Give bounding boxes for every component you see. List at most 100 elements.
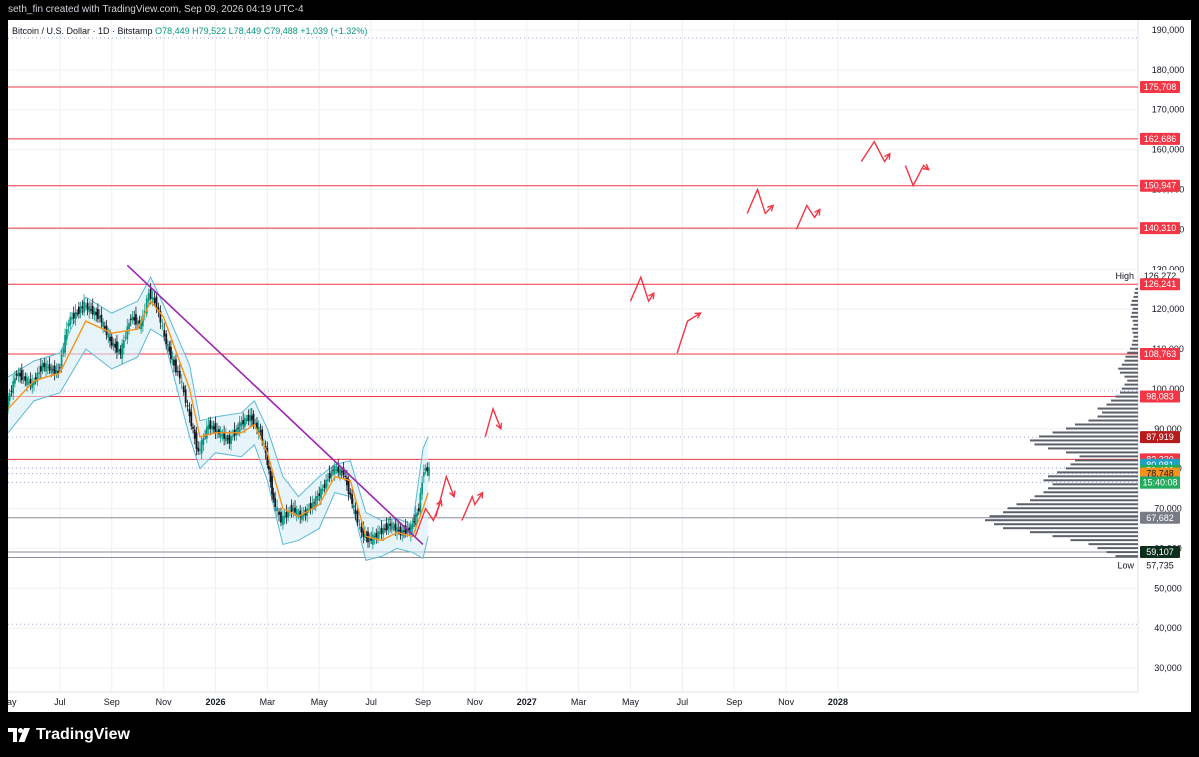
volume-profile-bar	[1030, 439, 1138, 442]
candle-body	[27, 381, 30, 383]
candle-body	[207, 424, 210, 430]
candle-body	[77, 306, 80, 314]
volume-profile-bar	[1127, 351, 1138, 354]
x-tick-label: 2028	[828, 697, 848, 707]
candle-body	[100, 314, 103, 323]
candle-body	[110, 336, 113, 346]
candle-body	[14, 378, 16, 384]
candle-body	[211, 425, 213, 430]
candle-body	[24, 376, 27, 381]
candle-body	[163, 330, 166, 337]
volume-profile-bar	[1124, 359, 1138, 362]
candle-body	[45, 363, 47, 372]
volume-profile-bar	[1124, 375, 1138, 378]
candle-body	[165, 333, 168, 344]
candle-body	[107, 334, 110, 338]
volume-profile-bar	[1133, 323, 1138, 326]
ohlc-high: H79,522	[192, 26, 227, 36]
candle-body	[426, 467, 429, 472]
candle-body	[193, 429, 196, 439]
volume-profile-bar	[1088, 543, 1138, 546]
candle-body	[58, 367, 61, 369]
candle-body	[122, 340, 125, 349]
candle-body	[337, 466, 340, 473]
price-tag-label: 98,083	[1146, 392, 1174, 402]
volume-profile-bar	[989, 515, 1138, 518]
candle-body	[136, 321, 139, 324]
candle-body	[190, 411, 193, 427]
volume-profile-bar	[1129, 347, 1138, 350]
volume-profile-bar	[1066, 451, 1138, 454]
candle-body	[83, 301, 85, 313]
candle-body	[387, 524, 390, 530]
volume-profile-bar	[1070, 539, 1138, 542]
candle-body	[41, 363, 44, 371]
candle-body	[328, 473, 331, 479]
candle-body	[231, 436, 234, 438]
projection-arrow	[746, 187, 774, 215]
ohlc-change: +1,039 (+1.32%)	[300, 26, 368, 36]
candle-body	[321, 488, 324, 492]
candle-body	[290, 504, 293, 512]
price-tag: 108,763	[1140, 347, 1180, 360]
candle-body	[349, 492, 352, 496]
candle-body	[416, 512, 419, 517]
volume-profile-bar	[1057, 471, 1138, 474]
candle-body	[278, 511, 280, 515]
price-chart[interactable]: 30,00040,00050,00060,00070,00080,00090,0…	[8, 20, 1191, 712]
volume-profile-bar	[1131, 327, 1138, 330]
volume-profile-bar	[1130, 315, 1138, 318]
candle-body	[74, 312, 77, 320]
candle-body	[247, 415, 250, 421]
candle-body	[294, 507, 296, 513]
candle-body	[19, 373, 22, 377]
x-tick-label: Nov	[778, 697, 795, 707]
candle-body	[325, 479, 328, 489]
candle-body	[339, 468, 341, 476]
candle-body	[335, 469, 338, 471]
volume-profile-bar	[1097, 407, 1138, 410]
candle-body	[360, 526, 363, 533]
price-tag-label: 108,763	[1144, 349, 1177, 359]
candle-body	[79, 307, 82, 313]
candle-body	[392, 526, 395, 528]
candle-body	[119, 348, 122, 355]
y-tick-label: 120,000	[1152, 304, 1185, 314]
candle-body	[97, 308, 99, 320]
candle-body	[17, 372, 20, 377]
candle-body	[358, 523, 361, 525]
volume-profile-bar	[1088, 419, 1138, 422]
price-tag-label: 126,241	[1144, 279, 1177, 289]
candle-body	[292, 508, 295, 511]
volume-profile-bar	[1066, 467, 1138, 470]
volume-profile-bar	[1131, 343, 1138, 346]
x-tick-label: Sep	[104, 697, 120, 707]
x-tick-label: May	[622, 697, 640, 707]
candle-body	[48, 364, 51, 371]
candle-body	[121, 343, 124, 359]
price-tag: 59,107	[1140, 545, 1180, 558]
candle-body	[226, 438, 229, 440]
volume-profile-bar	[1079, 455, 1138, 458]
candle-body	[62, 348, 65, 354]
candle-body	[224, 435, 227, 442]
volume-profile-bar	[1120, 391, 1138, 394]
tradingview-logo[interactable]: TradingView	[8, 726, 130, 744]
projection-arrow	[629, 275, 655, 303]
volume-profile-bar	[1048, 475, 1138, 478]
y-tick-label: 50,000	[1154, 583, 1182, 593]
candle-body	[356, 511, 359, 523]
brand-name: TradingView	[36, 726, 130, 743]
price-tag: 140,310	[1140, 222, 1180, 235]
candle-body	[384, 528, 386, 530]
candle-body	[67, 323, 70, 327]
volume-profile-bar	[1102, 411, 1138, 414]
candle-body	[69, 316, 72, 326]
candle-body	[268, 465, 270, 470]
price-tag-label: 67,682	[1146, 513, 1174, 523]
candle-body	[354, 509, 357, 514]
volume-profile-bar	[985, 519, 1138, 522]
candle-body	[276, 507, 278, 512]
chart-frame[interactable]: 30,00040,00050,00060,00070,00080,00090,0…	[8, 20, 1191, 712]
candle-body	[249, 414, 251, 422]
